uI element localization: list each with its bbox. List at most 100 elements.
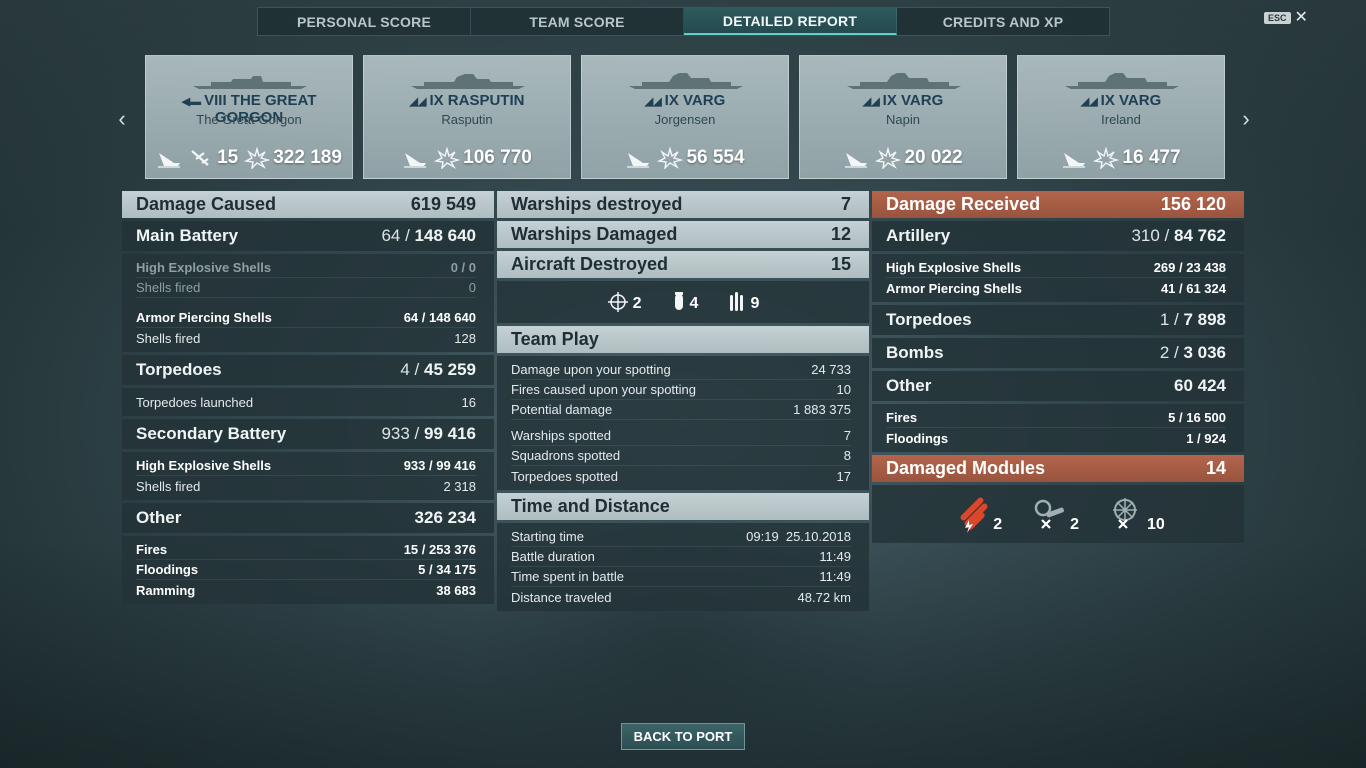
fighter-crosshair-icon [607, 292, 628, 312]
sunk-ship-icon [404, 153, 427, 168]
stat-row: High Explosive Shells 933 / 99 416 [136, 456, 476, 476]
damage-stat: 56 554 [657, 147, 745, 169]
tab-credits-and-xp[interactable]: CREDITS AND XP [897, 8, 1109, 35]
stat-row: Squadrons spotted 8 [511, 446, 851, 466]
section-title: Torpedoes [136, 360, 222, 379]
explosion-icon [875, 147, 902, 169]
stat-row: Time spent in battle 11:49 [511, 567, 851, 587]
player-card[interactable]: ◢◢ IX VARG Jorgensen 56 554 [581, 55, 789, 179]
aircraft-breakdown: 2 4 9 [497, 281, 869, 323]
ship-silhouette-icon [847, 73, 961, 89]
damage-value: 16 477 [1122, 147, 1181, 168]
ship-name: ◢◢ IX RASPUTIN [364, 92, 570, 109]
ship-class-icon: ◢◢ [409, 96, 427, 108]
guns-stat: 2 [1028, 494, 1079, 534]
card-stats: 56 554 [582, 146, 788, 170]
other-received-details: Fires 5 / 16 500 Floodings 1 / 924 [872, 404, 1244, 452]
stat-row: Battle duration 11:49 [511, 547, 851, 567]
secondary-battery-header: Secondary Battery 933 / 99 416 [122, 419, 494, 449]
ship-class-icon: ◀▬ [181, 96, 202, 108]
ship-silhouette-icon [193, 76, 307, 89]
other-details: Fires 15 / 253 376 Floodings 5 / 34 175 Ra… [122, 536, 494, 604]
tab-detailed-report[interactable]: DETAILED REPORT [684, 8, 897, 35]
ship-tier: IX [1100, 92, 1115, 109]
damage-stat: 322 189 [244, 147, 342, 169]
player-name: Jorgensen [654, 112, 716, 127]
stat-row: Armor Piercing Shells 41 / 61 324 [886, 280, 1226, 296]
player-card[interactable]: ◀▬ VIII THE GREAT GORGON The Great Gorgon… [145, 55, 353, 179]
player-name: The Great Gorgon [196, 112, 302, 127]
damage-value: 106 770 [463, 147, 532, 168]
stat-row: Torpedoes spotted 17 [511, 468, 851, 484]
tab-team-score[interactable]: TEAM SCORE [471, 8, 684, 35]
ship-class-icon: ◢◢ [862, 96, 880, 108]
torpedo-tube-damaged-icon [960, 497, 988, 533]
card-stats: 20 022 [800, 146, 1006, 170]
modules-breakdown: 2 2 10 [872, 485, 1244, 543]
explosion-icon [244, 147, 271, 169]
torpedo-icon [730, 292, 744, 311]
next-arrow-button[interactable]: › [1236, 106, 1256, 132]
section-title: Other [136, 508, 182, 527]
aircraft-destroyed-header: Aircraft Destroyed 15 [497, 251, 869, 278]
esc-key-label: ESC [1264, 12, 1291, 24]
damage-stat: 106 770 [434, 147, 532, 169]
close-icon: ✕ [1294, 9, 1308, 26]
player-card[interactable]: ◢◢ IX VARG Napin 20 022 [799, 55, 1007, 179]
damage-caused-column: Damage Caused 619 549 Main Battery 64 / … [122, 191, 494, 607]
close-button[interactable]: ESC ✕ [1264, 9, 1308, 26]
ship-tier: IX [664, 92, 679, 109]
achievements-column: Warships destroyed 7 Warships Damaged 12… [497, 191, 869, 614]
section-value: 4 / 45 259 [400, 360, 476, 379]
ship-title: VARG [1119, 92, 1162, 109]
prev-arrow-button[interactable]: ‹ [112, 106, 132, 132]
player-name: Ireland [1101, 112, 1141, 127]
explosion-icon [657, 147, 684, 169]
ship-tier: IX [882, 92, 897, 109]
ship-title: RASPUTIN [447, 92, 525, 109]
stat-row: Shells fired 128 [136, 330, 476, 346]
stat-row: Damage upon your spotting 24 733 [511, 360, 851, 380]
ship-class-icon: ◢◢ [644, 96, 662, 108]
kills-stat [402, 147, 428, 169]
ship-name: ◢◢ IX VARG [800, 92, 1006, 109]
time-distance-header: Time and Distance [497, 493, 869, 520]
kills-stat [156, 147, 182, 169]
warships-damaged-header: Warships Damaged 12 [497, 221, 869, 248]
time-distance-details: Starting time 09:19 25.10.2018 Battle dur… [497, 523, 869, 611]
team-play-details: Damage upon your spotting 24 733 Fires ca… [497, 356, 869, 490]
tab-personal-score[interactable]: PERSONAL SCORE [258, 8, 471, 35]
ship-silhouette-icon [1065, 73, 1179, 89]
damage-stat: 20 022 [875, 147, 963, 169]
stat-row: Shells fired 0 [136, 278, 476, 298]
main-battery-details: High Explosive Shells 0 / 0 Shells fired 0… [122, 254, 494, 352]
ship-name: ◢◢ IX VARG [1018, 92, 1224, 109]
sunk-ship-icon [158, 153, 181, 168]
card-stats: 15 322 189 [146, 146, 352, 170]
other-received-header: Other 60 424 [872, 371, 1244, 401]
ship-tier: IX [429, 92, 444, 109]
explosion-icon [434, 147, 461, 169]
explosion-icon [1093, 147, 1120, 169]
ship-tier: VIII [204, 92, 227, 109]
stat-row: Torpedoes launched 16 [136, 394, 476, 410]
stat-row: Ramming 38 683 [136, 582, 476, 598]
player-name: Rasputin [441, 112, 493, 127]
damage-caused-header: Damage Caused 619 549 [122, 191, 494, 218]
fighters-stat: 2 [607, 291, 642, 313]
player-card[interactable]: ◢◢ IX RASPUTIN Rasputin 106 770 [363, 55, 571, 179]
stat-row: Fires caused upon your spotting 10 [511, 380, 851, 400]
sunk-ship-icon [627, 153, 650, 168]
section-value: 619 549 [410, 194, 476, 214]
ship-silhouette-icon [411, 74, 525, 89]
player-card[interactable]: ◢◢ IX VARG Ireland 16 477 [1017, 55, 1225, 179]
back-to-port-button[interactable]: BACK TO PORT [621, 723, 745, 750]
stat-row: Armor Piercing Shells 64 / 148 640 [136, 308, 476, 328]
main-battery-header: Main Battery 64 / 148 640 [122, 221, 494, 251]
kills-stat [1061, 147, 1087, 169]
gun-destroyed-icon [1034, 499, 1065, 529]
damage-received-column: Damage Received 156 120 Artillery 310 / … [872, 191, 1244, 543]
planes-stat: 15 [188, 147, 238, 169]
stat-row: Starting time 09:19 25.10.2018 [511, 527, 851, 547]
other-header: Other 326 234 [122, 503, 494, 533]
